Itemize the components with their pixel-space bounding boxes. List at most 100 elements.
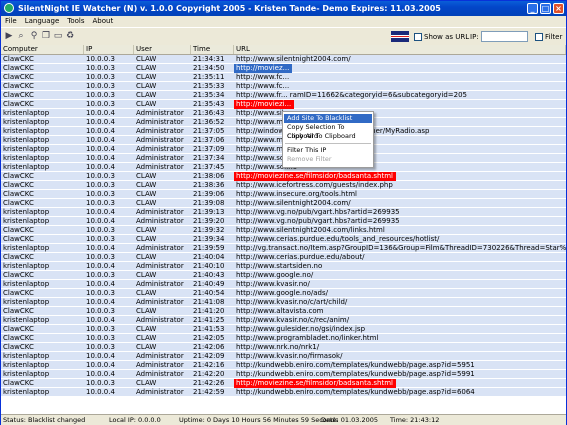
cell-computer: ClawCKC	[3, 271, 34, 279]
table-row[interactable]: ClawCKC 10.0.0.3 CLAW 21:35:34 http://www.fr…	[1, 91, 566, 100]
play-icon[interactable]: ▶	[4, 31, 14, 41]
cell-computer: ClawCKC	[3, 199, 34, 207]
cell-time: 21:41:25	[193, 316, 225, 324]
cell-user: CLAW	[136, 190, 157, 198]
table-row[interactable]: kristenlaptop 10.0.0.4 Administrator 21:41:…	[1, 316, 566, 325]
cell-user: Administrator	[136, 217, 184, 225]
column-ip[interactable]: IP	[84, 45, 134, 54]
cell-url: http://www.fc...	[236, 82, 290, 90]
table-row[interactable]: kristenlaptop 10.0.0.4 Administrator 21:41:…	[1, 298, 566, 307]
table-row[interactable]: ClawCKC 10.0.0.3 CLAW 21:42:06 http://www.nr…	[1, 343, 566, 352]
trash-icon[interactable]: ♻	[65, 31, 75, 41]
cell-user: CLAW	[136, 73, 157, 81]
menu-language[interactable]: Language	[21, 16, 64, 27]
cell-computer: ClawCKC	[3, 307, 34, 315]
table-row[interactable]: ClawCKC 10.0.0.3 CLAW 21:39:32 http://www.si…	[1, 226, 566, 235]
column-computer[interactable]: Computer	[1, 45, 84, 54]
table-row[interactable]: ClawCKC 10.0.0.3 CLAW 21:41:53 http://www.gu…	[1, 325, 566, 334]
table-row[interactable]: kristenlaptop 10.0.0.4 Administrator 21:42:…	[1, 352, 566, 361]
column-url[interactable]: URL	[234, 45, 566, 54]
menu-add-to-blacklist[interactable]: Add Site To Blacklist	[284, 114, 372, 123]
cell-user: Administrator	[136, 298, 184, 306]
table-row[interactable]: ClawCKC 10.0.0.3 CLAW 21:40:43 http://www.go…	[1, 271, 566, 280]
menu-file[interactable]: File	[1, 16, 21, 27]
cell-computer: kristenlaptop	[3, 352, 50, 360]
cell-user: CLAW	[136, 172, 157, 180]
cell-time: 21:36:52	[193, 118, 225, 126]
find-icon[interactable]: ⚲	[29, 31, 39, 41]
table-row[interactable]: ClawCKC 10.0.0.3 CLAW 21:35:43 http://moviez…	[1, 100, 566, 109]
cell-ip: 10.0.0.4	[86, 145, 115, 153]
table-row[interactable]: kristenlaptop 10.0.0.4 Administrator 21:42:…	[1, 361, 566, 370]
show-as-url-checkbox[interactable]	[414, 33, 422, 41]
folder-icon[interactable]: ▭	[53, 31, 63, 41]
cell-time: 21:39:13	[193, 208, 225, 216]
cell-user: CLAW	[136, 100, 157, 108]
cell-computer: ClawCKC	[3, 190, 34, 198]
table-row[interactable]: kristenlaptop 10.0.0.4 Administrator 21:40:…	[1, 262, 566, 271]
cell-time: 21:42:26	[193, 379, 225, 387]
table-row[interactable]: ClawCKC 10.0.0.3 CLAW 21:39:06 http://www.in…	[1, 190, 566, 199]
search-icon[interactable]: ⌕	[16, 31, 26, 41]
table-row[interactable]: ClawCKC 10.0.0.3 CLAW 21:41:20 http://www.al…	[1, 307, 566, 316]
cell-url: http://www.kvasir.no/c/art/child/	[236, 298, 348, 306]
menu-tools[interactable]: Tools	[63, 16, 88, 27]
column-time[interactable]: Time	[191, 45, 234, 54]
cell-ip: 10.0.0.4	[86, 208, 115, 216]
cell-user: CLAW	[136, 199, 157, 207]
cell-url: http://moviezi...	[234, 100, 295, 109]
cell-time: 21:39:34	[193, 235, 225, 243]
table-row[interactable]: ClawCKC 10.0.0.3 CLAW 21:38:36 http://www.ic…	[1, 181, 566, 190]
menu-filter-ip[interactable]: Filter This IP	[284, 146, 372, 155]
cell-ip: 10.0.0.3	[86, 271, 115, 279]
maximize-button[interactable]: □	[540, 3, 551, 14]
time-text: Time: 21:43:12	[390, 416, 440, 424]
cell-time: 21:41:53	[193, 325, 225, 333]
menu-about[interactable]: About	[89, 16, 118, 27]
cell-time: 21:40:49	[193, 280, 225, 288]
cell-ip: 10.0.0.3	[86, 343, 115, 351]
filter-checkbox[interactable]	[535, 33, 543, 41]
table-row[interactable]: kristenlaptop 10.0.0.4 Administrator 21:42:…	[1, 370, 566, 379]
table-row[interactable]: ClawCKC 10.0.0.3 CLAW 21:34:50 http://moviez…	[1, 64, 566, 73]
menu-copy-selection[interactable]: Copy Selection To Clipboard	[284, 123, 372, 140]
close-button[interactable]: ×	[553, 3, 564, 14]
cell-ip: 10.0.0.4	[86, 217, 115, 225]
cell-computer: ClawCKC	[3, 82, 34, 90]
copy-icon[interactable]: ❐	[41, 31, 51, 41]
app-window: SilentNight IE Watcher (N) v. 1.0.0 Copy…	[0, 0, 567, 425]
cell-url: http://www.google.no/ads/	[236, 289, 328, 297]
ip-input[interactable]	[481, 31, 528, 42]
uk-flag-icon[interactable]	[391, 31, 409, 42]
minimize-button[interactable]: _	[527, 3, 538, 14]
cell-ip: 10.0.0.3	[86, 73, 115, 81]
table-row[interactable]: kristenlaptop 10.0.0.4 Administrator 21:39:…	[1, 244, 566, 253]
column-user[interactable]: User	[134, 45, 191, 54]
table-row[interactable]: ClawCKC 10.0.0.3 CLAW 21:38:06 http://moviez…	[1, 172, 566, 181]
table-row[interactable]: kristenlaptop 10.0.0.4 Administrator 21:42:…	[1, 388, 566, 397]
table-row[interactable]: kristenlaptop 10.0.0.4 Administrator 21:39:…	[1, 208, 566, 217]
table-row[interactable]: kristenlaptop 10.0.0.4 Administrator 21:40:…	[1, 280, 566, 289]
table-row[interactable]: ClawCKC 10.0.0.3 CLAW 21:35:11 http://www.fc…	[1, 73, 566, 82]
table-row[interactable]: ClawCKC 10.0.0.3 CLAW 21:35:33 http://www.fc…	[1, 82, 566, 91]
table-row[interactable]: ClawCKC 10.0.0.3 CLAW 21:42:26 http://moviez…	[1, 379, 566, 388]
cell-url: http://www.silentnight2004.com/	[236, 55, 351, 63]
table-row[interactable]: ClawCKC 10.0.0.3 CLAW 21:39:34 http://www.ce…	[1, 235, 566, 244]
log-table[interactable]: Computer IP User Time URL ClawCKC 10.0.0.…	[1, 45, 566, 414]
table-row[interactable]: ClawCKC 10.0.0.3 CLAW 21:42:05 http://www.pr…	[1, 334, 566, 343]
table-row[interactable]: ClawCKC 10.0.0.3 CLAW 21:40:54 http://www.go…	[1, 289, 566, 298]
title-bar[interactable]: SilentNight IE Watcher (N) v. 1.0.0 Copy…	[1, 1, 566, 16]
table-row[interactable]: ClawCKC 10.0.0.3 CLAW 21:39:08 http://www.si…	[1, 199, 566, 208]
cell-time: 21:41:20	[193, 307, 225, 315]
table-row[interactable]: kristenlaptop 10.0.0.4 Administrator 21:39:…	[1, 217, 566, 226]
menu-copy-all[interactable]: Copy All To Clipboard	[284, 132, 372, 141]
cell-time: 21:39:32	[193, 226, 225, 234]
table-row[interactable]: ClawCKC 10.0.0.3 CLAW 21:40:04 http://www.ce…	[1, 253, 566, 262]
cell-url: http://kundwebb.eniro.com/templates/kund…	[236, 370, 475, 378]
table-row[interactable]: ClawCKC 10.0.0.3 CLAW 21:34:31 http://www.si…	[1, 55, 566, 64]
cell-computer: kristenlaptop	[3, 208, 50, 216]
cell-time: 21:39:08	[193, 199, 225, 207]
cell-ip: 10.0.0.4	[86, 370, 115, 378]
toolbar: ▶ ⌕ ⚲ ❐ ▭ ♻ Show as URL IP: Filter	[1, 27, 566, 47]
context-menu: Add Site To Blacklist Copy Selection To …	[282, 111, 374, 168]
